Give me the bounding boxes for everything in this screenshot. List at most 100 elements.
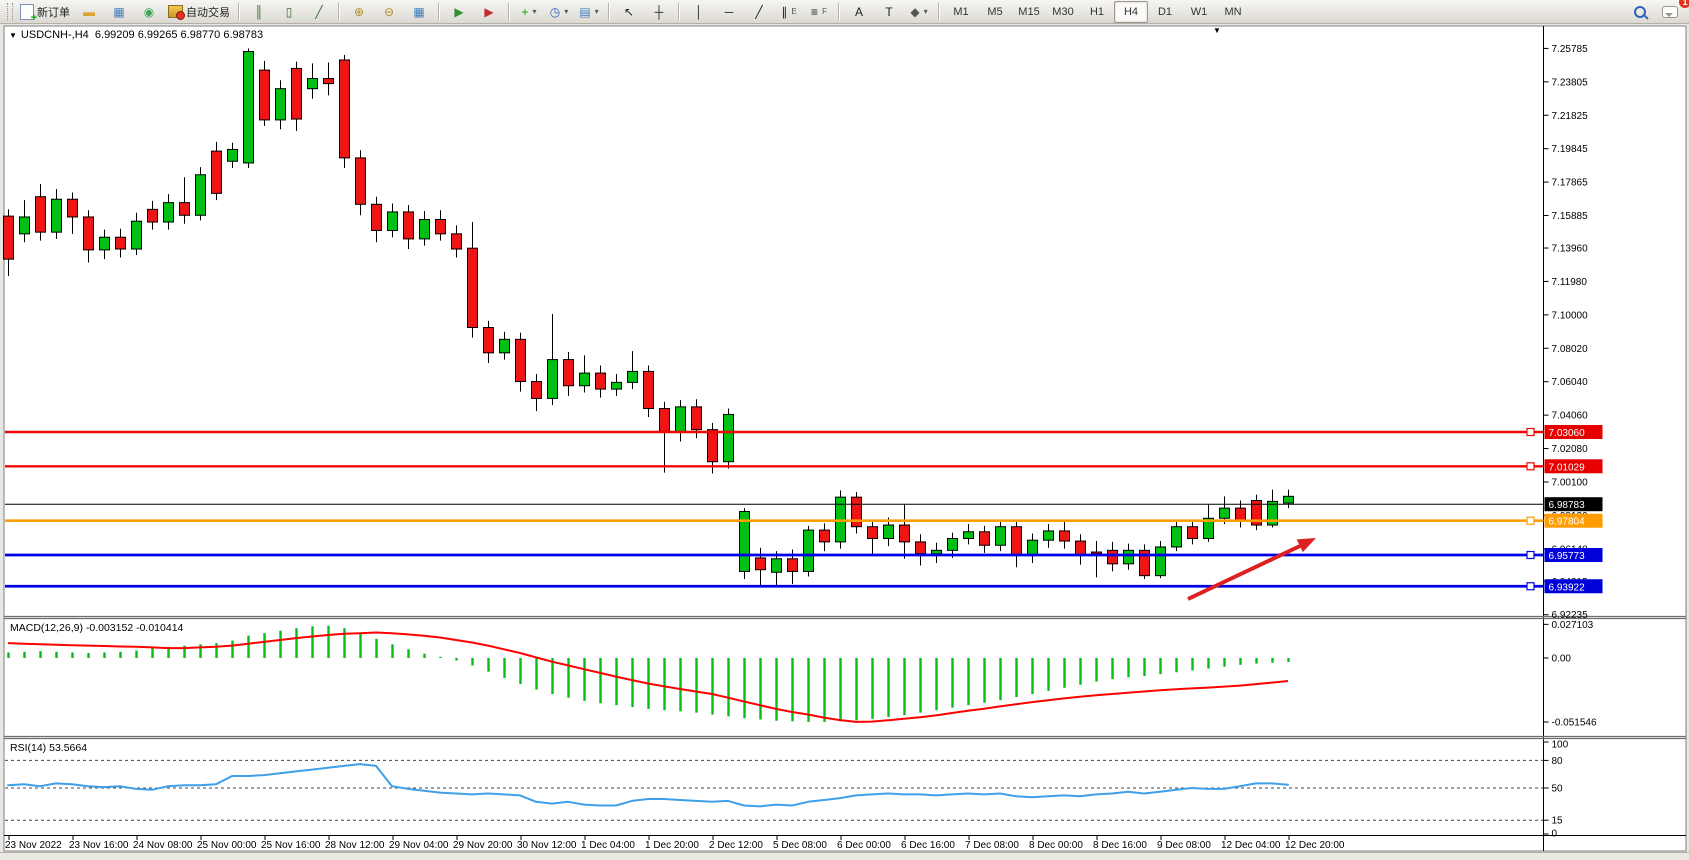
candle-body	[1012, 527, 1022, 556]
svg-text:12 Dec 20:00: 12 Dec 20:00	[1285, 840, 1345, 851]
candle-body	[36, 197, 46, 232]
chart-canvas[interactable]: 7.257857.238057.218257.198457.178657.158…	[0, 24, 1689, 852]
candle-body	[500, 339, 510, 353]
svg-text:7.10000: 7.10000	[1552, 310, 1589, 321]
candle-body	[228, 149, 238, 161]
candle-body	[692, 407, 702, 430]
chevron-down-icon: ▾	[564, 7, 568, 16]
svg-text:0.027103: 0.027103	[1552, 620, 1594, 631]
crosshair-icon[interactable]: ┼	[644, 1, 674, 23]
candlestick-icon[interactable]: ▯	[274, 1, 304, 23]
pivot-line-orange-badge-label: 6.97804	[1549, 517, 1586, 528]
template-icon[interactable]: ▤▾	[574, 1, 604, 23]
chart-shift-marker-icon[interactable]: ▼	[1213, 26, 1221, 35]
chart-window[interactable]: 7.257857.238057.218257.198457.178657.158…	[0, 24, 1689, 852]
candle-body	[180, 203, 190, 216]
new-chart-icon[interactable]: +▾	[514, 1, 544, 23]
toolbar-separator	[338, 3, 340, 21]
timeframe-mn[interactable]: MN	[1216, 1, 1250, 23]
new-order-button[interactable]: 新订单	[16, 1, 74, 23]
candle-body	[436, 219, 446, 233]
tile-windows-icon[interactable]: ▦	[404, 1, 434, 23]
candle-body	[548, 360, 558, 399]
candle-body	[564, 360, 574, 386]
label-icon[interactable]: T	[874, 1, 904, 23]
candle-body	[532, 382, 542, 399]
svg-text:5 Dec 08:00: 5 Dec 08:00	[773, 840, 827, 851]
chart-shift-icon[interactable]: ▶	[474, 1, 504, 23]
mt4-application: 新订单▬▦◉自动交易║▯╱⊕⊖▦▶▶+▾◷▾▤▾↖┼│─╱∥E≡FAT◆▾M1M…	[0, 0, 1689, 860]
vertical-line-icon: │	[695, 6, 703, 18]
timeframe-m15[interactable]: M15	[1012, 1, 1046, 23]
timeframe-m30[interactable]: M30	[1046, 1, 1080, 23]
timeframe-h1[interactable]: H1	[1080, 1, 1114, 23]
chart-window-icon[interactable]: ▦	[104, 1, 134, 23]
candle-body	[1044, 531, 1054, 540]
text-icon[interactable]: A	[844, 1, 874, 23]
svg-text:24 Nov 08:00: 24 Nov 08:00	[133, 840, 193, 851]
candle-body	[1124, 550, 1134, 564]
svg-text:8 Dec 00:00: 8 Dec 00:00	[1029, 840, 1083, 851]
candle-body	[1156, 547, 1166, 576]
chevron-down-icon: ▾	[595, 7, 599, 16]
candle-body	[628, 371, 638, 382]
cursor-icon[interactable]: ↖	[614, 1, 644, 23]
svg-text:100: 100	[1552, 740, 1569, 751]
autotrading-button[interactable]: 自动交易	[164, 1, 234, 23]
autoscroll-icon[interactable]: ▶	[444, 1, 474, 23]
toolbar-separator	[838, 3, 840, 21]
zoom-in-icon[interactable]: ⊕	[344, 1, 374, 23]
timeframe-m1[interactable]: M1	[944, 1, 978, 23]
chart-collapse-icon[interactable]: ▼	[9, 31, 17, 40]
candle-body	[484, 328, 494, 353]
candle-body	[84, 217, 94, 250]
vertical-line-icon[interactable]: │	[684, 1, 714, 23]
search-button[interactable]	[1625, 1, 1655, 23]
candle-body	[4, 216, 14, 259]
svg-text:7.11980: 7.11980	[1552, 277, 1588, 288]
svg-text:0: 0	[1552, 829, 1558, 840]
toolbar-separator	[438, 3, 440, 21]
timeframe-h4[interactable]: H4	[1114, 1, 1148, 23]
svg-text:1 Dec 20:00: 1 Dec 20:00	[645, 840, 699, 851]
bar-chart-icon[interactable]: ║	[244, 1, 274, 23]
svg-text:28 Nov 12:00: 28 Nov 12:00	[325, 840, 385, 851]
timeframe-m5[interactable]: M5	[978, 1, 1012, 23]
period-icon: ◷	[550, 6, 560, 18]
candle-body	[132, 221, 142, 249]
candle-body	[1284, 496, 1294, 503]
svg-text:7.19845: 7.19845	[1552, 144, 1589, 155]
candle-body	[116, 237, 126, 249]
candle-body	[948, 539, 958, 551]
gold-bar-icon[interactable]: ▬	[74, 1, 104, 23]
arrows-icon[interactable]: ◆▾	[904, 1, 934, 23]
support-line-1-badge-label: 6.95773	[1549, 551, 1586, 562]
chat-button[interactable]: 1	[1655, 1, 1685, 23]
fibonacci-icon[interactable]: ≡F	[804, 1, 834, 23]
candle-body	[164, 203, 174, 222]
chart-title-symbol: USDCNH-,H4	[21, 29, 89, 41]
candle-body	[980, 532, 990, 546]
trendline-icon[interactable]: ╱	[744, 1, 774, 23]
horizontal-line-icon[interactable]: ─	[714, 1, 744, 23]
horizontal-line-icon: ─	[725, 6, 734, 18]
zoom-out-icon[interactable]: ⊖	[374, 1, 404, 23]
timeframe-w1[interactable]: W1	[1182, 1, 1216, 23]
svg-text:0.00: 0.00	[1552, 654, 1572, 665]
signals-icon[interactable]: ◉	[134, 1, 164, 23]
timeframe-d1[interactable]: D1	[1148, 1, 1182, 23]
line-chart-icon[interactable]: ╱	[304, 1, 334, 23]
candle-body	[340, 60, 350, 158]
autoscroll-icon: ▶	[454, 6, 463, 18]
channel-icon: ∥	[781, 6, 787, 18]
candle-body	[260, 70, 270, 120]
channel-icon[interactable]: ∥E	[774, 1, 804, 23]
candle-body	[964, 532, 974, 539]
chevron-down-icon: ▾	[533, 7, 537, 16]
candle-body	[660, 409, 670, 433]
svg-text:25 Nov 16:00: 25 Nov 16:00	[261, 840, 321, 851]
svg-text:7.15885: 7.15885	[1552, 211, 1589, 222]
template-icon: ▤	[579, 6, 590, 18]
candle-body	[68, 199, 78, 217]
period-icon[interactable]: ◷▾	[544, 1, 574, 23]
